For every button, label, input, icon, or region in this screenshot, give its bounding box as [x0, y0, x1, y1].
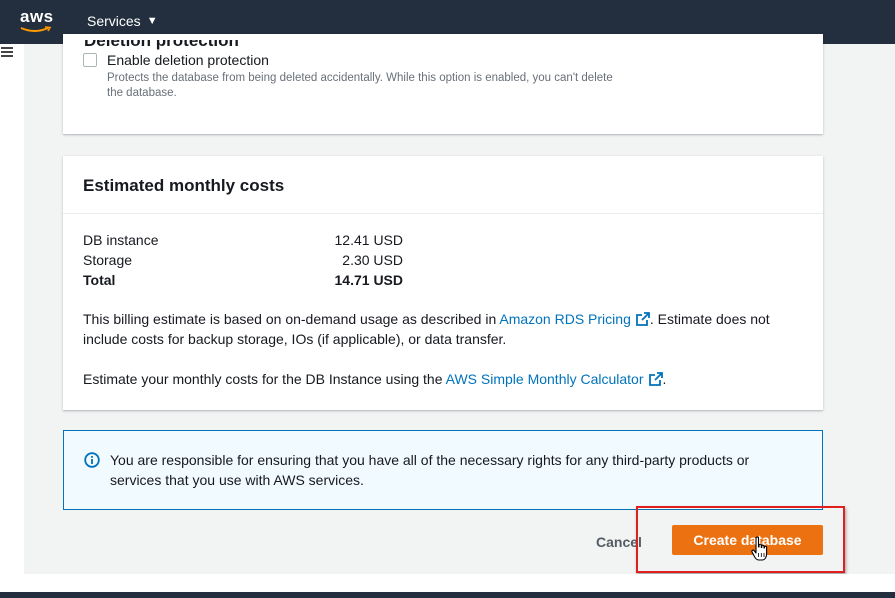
estimated-costs-title: Estimated monthly costs [83, 176, 285, 195]
rds-pricing-link-text: Amazon RDS Pricing [499, 311, 631, 327]
monthly-calculator-link-text: AWS Simple Monthly Calculator [445, 371, 644, 387]
deletion-protection-heading: Deletion protection [84, 31, 239, 50]
info-alert: You are responsible for ensuring that yo… [63, 430, 823, 510]
cost-row-total: Total 14.71 USD [83, 272, 403, 292]
caret-down-icon: ▼ [146, 15, 158, 27]
cost-label: Storage [83, 252, 133, 268]
deletion-protection-panel: Deletion protection Enable deletion prot… [63, 34, 823, 134]
deletion-protection-label[interactable]: Enable deletion protection [107, 52, 269, 68]
bottom-bar [0, 592, 895, 598]
cost-row-db-instance: DB instance 12.41 USD [83, 232, 403, 252]
deletion-protection-description: Protects the database from being deleted… [107, 72, 613, 99]
external-link-icon [648, 372, 663, 386]
bottom-spacer [0, 574, 895, 592]
cost-label: DB instance [83, 232, 159, 248]
info-alert-text: You are responsible for ensuring that yo… [110, 452, 750, 488]
calculator-text: Estimate your monthly costs for the DB I… [83, 369, 803, 389]
external-link-icon [635, 312, 650, 326]
calc-suffix: . [662, 371, 667, 387]
cost-value: 2.30 USD [342, 252, 403, 268]
cost-value: 14.71 USD [334, 272, 403, 288]
deletion-protection-checkbox[interactable] [83, 53, 97, 67]
info-icon [84, 452, 100, 468]
hamburger-icon[interactable] [1, 47, 13, 57]
services-label: Services [87, 13, 141, 29]
aws-logo[interactable]: aws [18, 8, 56, 36]
rds-pricing-link[interactable]: Amazon RDS Pricing [499, 311, 650, 327]
aws-smile-icon [20, 26, 52, 32]
main-content: Deletion protection Enable deletion prot… [24, 34, 895, 574]
create-database-button[interactable]: Create database [672, 525, 823, 555]
estimated-costs-panel: Estimated monthly costs DB instance 12.4… [63, 156, 823, 410]
costs-divider [63, 213, 823, 214]
left-navigation-strip [0, 44, 24, 574]
monthly-calculator-link[interactable]: AWS Simple Monthly Calculator [446, 371, 663, 387]
cost-value: 12.41 USD [334, 232, 403, 248]
cancel-button[interactable]: Cancel [590, 530, 648, 554]
billing-estimate-text: This billing estimate is based on on-dem… [83, 309, 803, 349]
cost-label: Total [83, 272, 116, 288]
billing-prefix: This billing estimate is based on on-dem… [83, 311, 500, 327]
calc-prefix: Estimate your monthly costs for the DB I… [83, 371, 446, 387]
cost-row-storage: Storage 2.30 USD [83, 252, 403, 272]
services-menu[interactable]: Services ▼ [87, 13, 158, 29]
aws-logo-text: aws [20, 7, 54, 26]
